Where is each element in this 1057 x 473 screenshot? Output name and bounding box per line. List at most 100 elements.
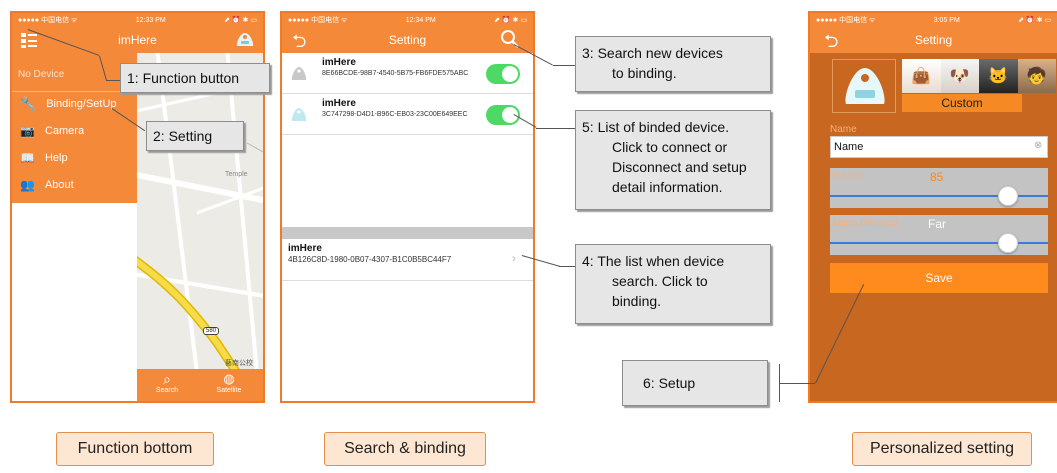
carrier-text: ●●●●● 中国电信 ᯤ bbox=[18, 17, 78, 24]
camera-icon: 📷 bbox=[20, 124, 35, 138]
map-roads bbox=[137, 53, 263, 369]
callout-setting: 2: Setting bbox=[146, 121, 244, 151]
tag-device-icon bbox=[845, 68, 885, 104]
volume-value: 85 bbox=[930, 170, 944, 184]
nav-bar: Setting bbox=[282, 27, 533, 53]
nav-bar: Setting bbox=[810, 27, 1057, 53]
caption-search: Search & binding bbox=[324, 432, 486, 466]
tag-device-icon bbox=[291, 108, 307, 121]
dog-photo: 🐶 bbox=[940, 59, 979, 93]
time-text: 12:34 PM bbox=[405, 16, 436, 24]
connect-toggle[interactable] bbox=[486, 64, 520, 84]
name-input-text: Name bbox=[834, 141, 864, 153]
device-icon[interactable] bbox=[234, 31, 256, 49]
back-arrow-icon: ⮌ bbox=[292, 31, 307, 51]
alarm-distance-slider-knob[interactable] bbox=[998, 233, 1018, 253]
search-device-button[interactable] bbox=[500, 29, 520, 54]
back-button[interactable]: ⮌ bbox=[824, 29, 838, 59]
map-view[interactable]: Temple 藝南公校 580 bbox=[137, 53, 263, 369]
side-menu: No Device 🔧 Binding/SetUp 📷 Camera 📖 Hel… bbox=[12, 53, 137, 401]
status-icons: ⬈ ⏰ ✱ ▭ bbox=[494, 17, 527, 24]
callout-text: 6: Setup bbox=[643, 375, 696, 391]
callout-line: search. Click to bbox=[612, 273, 708, 289]
clear-icon[interactable]: ⊗ bbox=[1034, 140, 1042, 151]
device-row[interactable]: imHere 3C747298-D4D1-B96C-EB03-23C00E649… bbox=[282, 95, 533, 135]
page-title: Setting bbox=[388, 33, 427, 47]
page-title: Setting bbox=[914, 33, 953, 47]
device-id: 8E66BCDE-98B7-4540-5B75-FB6FDE575ABC bbox=[322, 70, 469, 77]
callout-function-button: 1: Function button bbox=[120, 63, 270, 93]
callout-line: Click to connect or bbox=[612, 139, 728, 155]
nav-bar: imHere bbox=[12, 27, 263, 53]
volume-slider-knob[interactable] bbox=[998, 186, 1018, 206]
menu-item-binding[interactable]: 🔧 Binding/SetUp bbox=[20, 93, 117, 115]
section-divider bbox=[282, 227, 533, 239]
connector-line bbox=[559, 266, 575, 267]
map-label-temple: Temple bbox=[225, 171, 248, 178]
menu-item-camera[interactable]: 📷 Camera bbox=[20, 120, 84, 142]
device-row[interactable]: imHere 8E66BCDE-98B7-4540-5B75-FB6FDE575… bbox=[282, 54, 533, 94]
callout-binded-list: 5: List of binded device. Click to conne… bbox=[575, 110, 771, 210]
status-icons: ⬈ ⏰ ✱ ▭ bbox=[224, 17, 257, 24]
page-title: imHere bbox=[118, 33, 157, 47]
time-text: 12:33 PM bbox=[135, 16, 166, 24]
wrench-icon: 🔧 bbox=[20, 96, 37, 111]
callout-device-search: 4: The list when device search. Click to… bbox=[575, 244, 771, 324]
cat-photo: 🐱 bbox=[979, 59, 1018, 93]
caption-text: Search & binding bbox=[344, 440, 466, 457]
callout-text: 1: Function button bbox=[127, 70, 240, 86]
map-label-school: 藝南公校 bbox=[225, 360, 253, 367]
caption-text: Function bottom bbox=[77, 440, 193, 457]
name-field[interactable]: Name ⊗ bbox=[830, 136, 1048, 158]
caption-personal: Personalized setting bbox=[852, 432, 1032, 466]
callout-text: 2: Setting bbox=[153, 128, 213, 144]
personal-setting-screen: ●●●●● 中国电信 ᯤ 3:05 PM ⬈ ⏰ ✱ ▭ Setting ⮌ 👜… bbox=[808, 11, 1057, 403]
function-button[interactable] bbox=[20, 31, 38, 49]
device-id: 4B126C8D-1980-0B07-4307-B1C0B5BC44F7 bbox=[288, 255, 452, 264]
menu-item-help[interactable]: 📖 Help bbox=[20, 147, 68, 169]
road-shield: 580 bbox=[203, 327, 220, 335]
found-device-row[interactable]: imHere 4B126C8D-1980-0B07-4307-B1C0B5BC4… bbox=[282, 239, 533, 281]
book-icon: 📖 bbox=[20, 151, 35, 165]
caption-function: Function bottom bbox=[56, 432, 214, 466]
tab-satellite[interactable]: ◍ Satellite bbox=[207, 371, 251, 394]
callout-search-new: 3: Search new devices to binding. bbox=[575, 36, 771, 92]
callout-line: 3: Search new devices bbox=[582, 45, 723, 61]
no-device-label: No Device bbox=[18, 69, 65, 80]
globe-icon: ◍ bbox=[223, 371, 235, 386]
connector-line bbox=[106, 80, 120, 81]
connector-line bbox=[553, 65, 575, 66]
tag-device-icon bbox=[236, 33, 254, 46]
bag-photo: 👜 bbox=[902, 59, 941, 93]
child-photo: 🧒 bbox=[1017, 59, 1056, 93]
carrier-text: ●●●●● 中国电信 ᯤ bbox=[288, 17, 348, 24]
status-icons: ⬈ ⏰ ✱ ▭ bbox=[1018, 17, 1051, 24]
save-button[interactable]: Save bbox=[830, 263, 1048, 293]
alarm-distance-label: Alarm Distance bbox=[831, 218, 899, 229]
menu-label-about: About bbox=[44, 179, 74, 191]
status-bar: ●●●●● 中国电信 ᯤ 12:34 PM ⬈ ⏰ ✱ ▭ bbox=[282, 13, 533, 27]
callout-line: 5: List of binded device. bbox=[582, 119, 730, 135]
name-label: Name bbox=[830, 124, 857, 135]
callout-line: detail information. bbox=[612, 179, 723, 195]
menu-divider bbox=[12, 91, 137, 92]
device-avatar[interactable] bbox=[832, 59, 896, 113]
connector-line bbox=[779, 383, 815, 384]
callout-setup: 6: Setup bbox=[622, 360, 768, 406]
connector-line bbox=[536, 128, 575, 129]
tab-search[interactable]: ⌕ Search bbox=[147, 371, 187, 394]
search-icon: ⌕ bbox=[163, 371, 171, 387]
menu-item-about[interactable]: 👥 About bbox=[20, 174, 74, 196]
carrier-text: ●●●●● 中国电信 ᯤ bbox=[816, 17, 876, 24]
tab-satellite-label: Satellite bbox=[216, 387, 242, 394]
volume-label: Volume bbox=[831, 171, 865, 182]
menu-label-help: Help bbox=[44, 152, 68, 164]
device-name: imHere bbox=[322, 98, 356, 109]
alarm-panel: Alarm Distance Far bbox=[830, 215, 1048, 255]
custom-button[interactable]: Custom bbox=[902, 94, 1022, 112]
alarm-distance-value: Far bbox=[928, 217, 946, 231]
back-arrow-icon: ⮌ bbox=[824, 31, 839, 51]
photo-strip[interactable]: 👜 🐶 🐱 🧒 bbox=[902, 59, 1056, 93]
map-tab-bar: ⌕ Search ◍ Satellite bbox=[137, 369, 263, 401]
menu-blank bbox=[12, 203, 137, 401]
